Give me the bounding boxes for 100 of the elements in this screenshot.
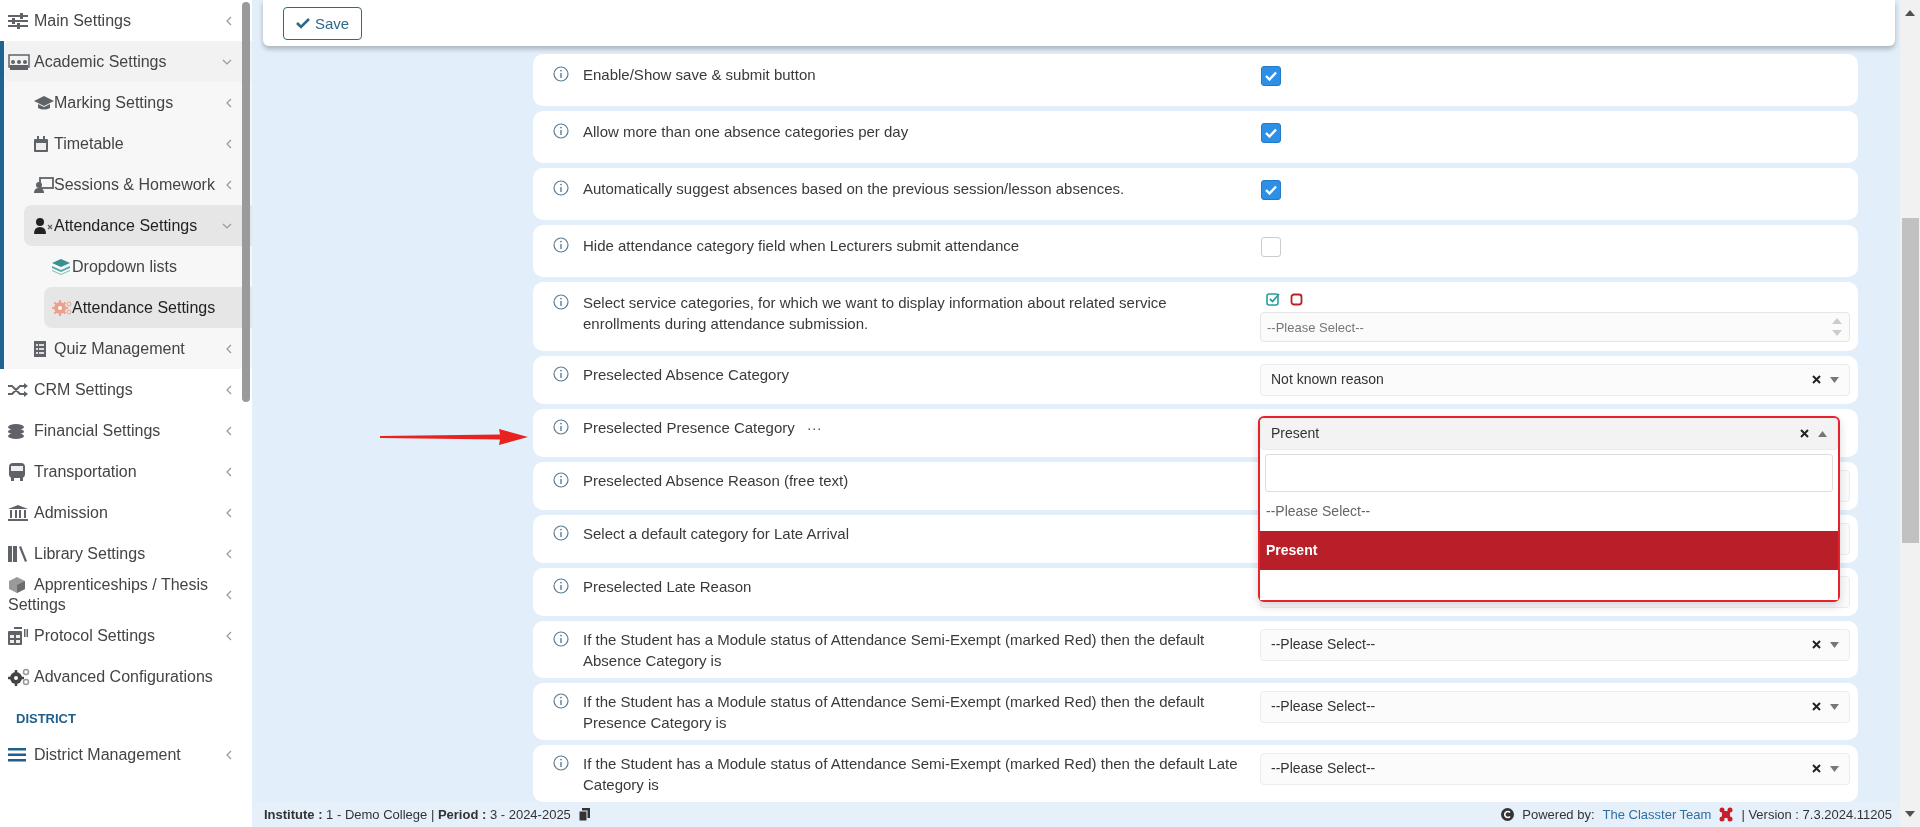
coins-icon xyxy=(8,423,26,440)
setting-label: Preselected Absence Reason (free text) xyxy=(583,471,849,489)
chevron-icon xyxy=(226,507,232,518)
sidebar-item[interactable]: Admission xyxy=(0,492,252,533)
setting-label: Preselected Absence Category xyxy=(583,365,789,383)
sidebar-item[interactable]: Sessions & Homework xyxy=(24,164,252,205)
placeholder-text: --Please Select-- xyxy=(1267,318,1364,337)
setting-label: Enable/Show save & submit button xyxy=(583,66,816,83)
clear-icon[interactable] xyxy=(1812,375,1821,385)
dropdown-option[interactable]: Present xyxy=(1260,530,1838,570)
sidebar-item[interactable]: Financial Settings xyxy=(0,410,252,451)
info-icon xyxy=(553,630,569,647)
copyright-icon xyxy=(1501,808,1515,821)
menu-icon xyxy=(8,748,26,763)
context-text: Institute : 1 - Demo College | Period : 3 - 2024-2025 xyxy=(264,807,571,822)
caret-icon xyxy=(1830,641,1839,648)
chevron-icon xyxy=(226,466,232,477)
gears-icon xyxy=(8,668,30,687)
clear-icon[interactable] xyxy=(1812,640,1821,650)
caret-icon xyxy=(1830,703,1839,710)
info-icon xyxy=(553,180,569,196)
scroll-down-icon[interactable] xyxy=(1905,811,1915,817)
info-icon xyxy=(553,365,569,382)
sidebar-item[interactable]: CRM Settings xyxy=(0,369,252,410)
sidebar-item[interactable]: District Management xyxy=(0,734,252,775)
chevron-icon xyxy=(226,179,232,190)
dropdown-option[interactable]: --Please Select-- xyxy=(1260,491,1838,531)
search-field[interactable] xyxy=(1265,453,1833,492)
books-icon xyxy=(8,546,28,563)
sidebar-item[interactable]: Attendance Settings xyxy=(44,287,252,328)
setting-label: Preselected Presence Category xyxy=(583,418,795,436)
setting-label: Select a default category for Late Arrival xyxy=(583,524,849,542)
chevron-icon xyxy=(226,15,232,26)
copy-icon[interactable] xyxy=(578,808,590,821)
sidebar-item[interactable]: Protocol Settings xyxy=(0,615,252,656)
select-field[interactable]: Not known reason xyxy=(1260,363,1850,396)
clear-icon[interactable] xyxy=(1812,702,1821,712)
setting-label: If the Student has a Module status of Attendance Semi-Exempt (marked Red) then the default Absence Category is xyxy=(583,630,1205,669)
bus-icon xyxy=(8,463,26,482)
info-icon xyxy=(553,418,569,435)
select-field[interactable]: --Please Select-- xyxy=(1260,628,1850,661)
caret-icon xyxy=(1830,765,1839,772)
checkbox[interactable] xyxy=(1261,180,1281,200)
checkbox[interactable] xyxy=(1261,123,1281,143)
chevron-icon xyxy=(226,749,232,760)
user-icon xyxy=(34,218,54,235)
sidebar-item[interactable]: Marking Settings xyxy=(24,82,252,123)
scroll-up-icon[interactable] xyxy=(1905,10,1915,16)
select-field[interactable]: Present xyxy=(1260,417,1838,450)
save-button[interactable]: Save xyxy=(283,6,363,40)
check-icon xyxy=(296,17,310,29)
clear-icon[interactable] xyxy=(1800,429,1809,439)
sidebar-item[interactable]: Dropdown lists xyxy=(44,246,252,287)
info-icon xyxy=(553,692,569,709)
box-icon xyxy=(8,576,26,595)
chevron-icon xyxy=(226,384,232,395)
powered-by-text: Powered by: xyxy=(1522,807,1595,822)
select-field[interactable]: --Please Select-- xyxy=(1260,752,1850,785)
team-link[interactable]: The Classter Team xyxy=(1602,807,1712,822)
gear-icon xyxy=(52,299,72,318)
setting-label: Select service categories, for which we want to display information about related service enrollments during attendance submission. xyxy=(583,294,1167,332)
sidebar-item[interactable]: Quiz Management xyxy=(24,328,252,369)
calendar-icon xyxy=(34,136,48,153)
check-icon xyxy=(1265,185,1277,195)
chevron-icon xyxy=(226,548,232,559)
setting-label: Allow more than one absence categories per day xyxy=(583,123,909,140)
more-text[interactable]: ··· xyxy=(806,418,822,436)
info-icon xyxy=(553,66,569,82)
bank-icon xyxy=(8,505,28,522)
chevron-icon xyxy=(226,589,232,600)
setting-label: If the Student has a Module status of Attendance Semi-Exempt (marked Red) then the default Late Category is xyxy=(583,754,1238,793)
chevron-icon xyxy=(226,97,232,108)
people-icon xyxy=(8,54,30,71)
info-icon xyxy=(553,577,569,594)
sidebar-item[interactable]: Library Settings xyxy=(0,533,252,574)
checkbox[interactable] xyxy=(1261,66,1281,86)
sidebar-item[interactable]: Advanced Configurations xyxy=(0,656,252,697)
sidebar-item[interactable]: Academic Settings xyxy=(4,41,252,82)
list-icon xyxy=(34,341,46,358)
select-field[interactable]: --Please Select-- xyxy=(1260,690,1850,723)
info-icon xyxy=(553,237,569,253)
sidebar-item[interactable]: Timetable xyxy=(24,123,252,164)
sidebar-item[interactable]: Attendance Settings xyxy=(24,205,252,246)
scrollbar-thumb[interactable] xyxy=(242,2,250,402)
scrollbar-thumb[interactable] xyxy=(1901,218,1919,543)
sidebar-item[interactable]: Main Settings xyxy=(0,0,252,41)
sidebar-item[interactable]: Transportation xyxy=(0,451,252,492)
deselect-all-icon[interactable] xyxy=(1290,292,1303,306)
caret-icon xyxy=(1818,430,1827,437)
sidebar-item[interactable]: Apprenticeships / Thesis Settings xyxy=(0,574,252,615)
setting-label: Automatically suggest absences based on the previous session/lesson absences. xyxy=(583,180,1125,197)
clear-icon[interactable] xyxy=(1812,764,1821,774)
select-all-icon[interactable] xyxy=(1266,292,1280,306)
chevron-icon xyxy=(226,343,232,354)
chevron-icon xyxy=(226,425,232,436)
check-icon xyxy=(1265,71,1277,81)
multiselect-field[interactable]: --Please Select-- xyxy=(1260,312,1850,342)
info-icon xyxy=(553,754,569,771)
chevron-icon xyxy=(226,138,232,149)
checkbox[interactable] xyxy=(1261,237,1281,257)
